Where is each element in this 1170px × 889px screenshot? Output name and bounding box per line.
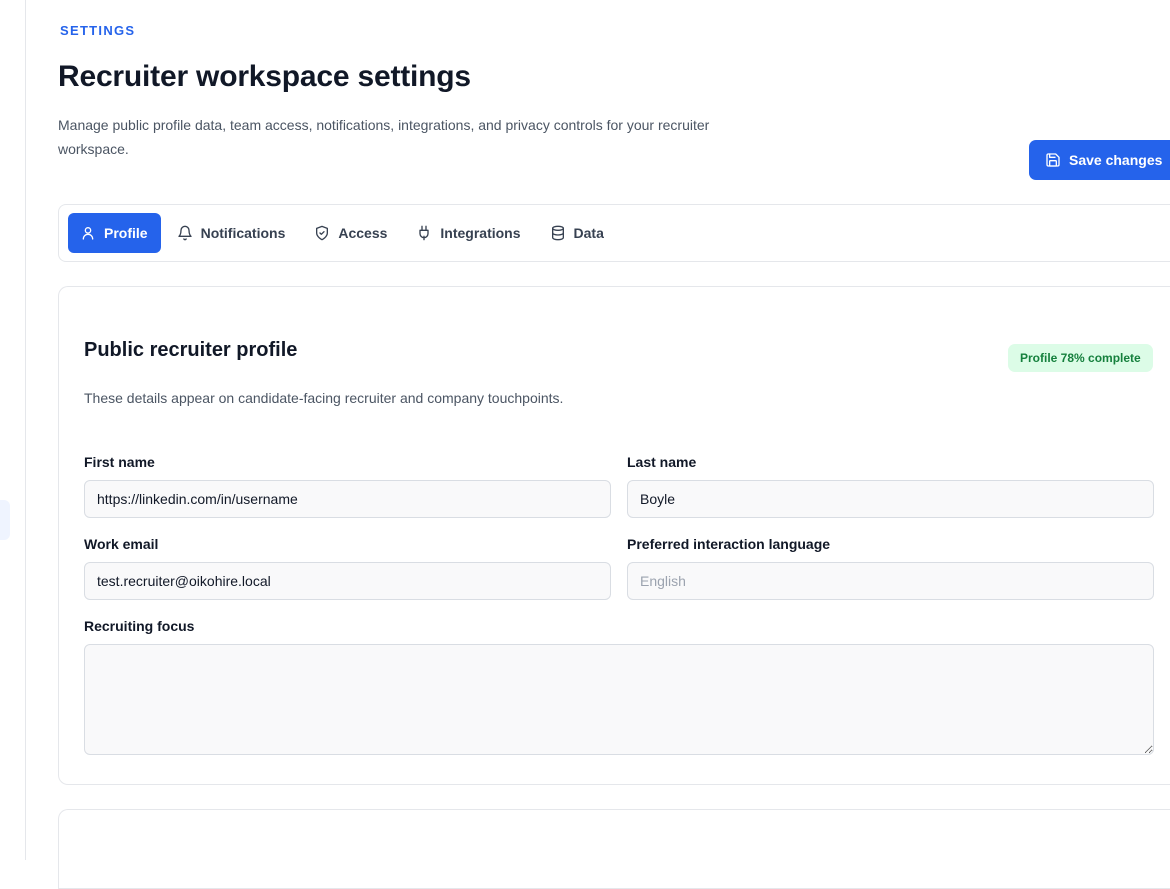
page-title: Recruiter workspace settings (58, 60, 471, 93)
section-eyebrow: SETTINGS (60, 23, 136, 38)
card-title: Public recruiter profile (84, 339, 298, 361)
language-label: Preferred interaction language (627, 536, 831, 552)
shield-icon (316, 225, 329, 241)
work-email-input[interactable] (84, 562, 611, 600)
main-content: SETTINGS Recruiter workspace settings Ma… (58, 0, 1170, 889)
user-icon (82, 227, 94, 240)
tab-integrations[interactable]: Integrations (404, 213, 533, 253)
save-changes-button[interactable]: Save changes (1029, 140, 1170, 180)
next-settings-card (58, 809, 1170, 889)
save-changes-label: Save changes (1069, 152, 1163, 168)
save-icon (1046, 153, 1060, 167)
language-select[interactable] (627, 562, 1154, 600)
last-name-input[interactable] (627, 480, 1154, 518)
tab-access-label: Access (338, 225, 388, 241)
bell-icon (177, 225, 192, 241)
work-email-label: Work email (84, 536, 159, 552)
settings-tabs: Profile Notifications Access Integration… (58, 204, 1170, 262)
sidebar-active-item[interactable] (0, 500, 10, 540)
database-icon (551, 225, 564, 241)
tab-notifications-label: Notifications (200, 225, 286, 241)
first-name-label: First name (84, 454, 155, 470)
tab-access[interactable]: Access (302, 213, 400, 253)
tab-profile-label: Profile (104, 225, 148, 241)
tab-notifications[interactable]: Notifications (165, 213, 299, 253)
tab-data[interactable]: Data (538, 213, 617, 253)
plug-icon (419, 225, 430, 241)
first-name-input[interactable] (84, 480, 611, 518)
tab-data-label: Data (573, 225, 604, 241)
recruiting-focus-textarea[interactable] (84, 644, 1154, 755)
profile-completion-badge: Profile 78% complete (1008, 344, 1153, 372)
recruiting-focus-label: Recruiting focus (84, 618, 195, 634)
public-profile-card: Public recruiter profile Profile 78% com… (58, 286, 1170, 785)
tab-integrations-label: Integrations (440, 225, 521, 241)
tab-profile[interactable]: Profile (68, 213, 161, 253)
last-name-label: Last name (627, 454, 697, 470)
page-description: Manage public profile data, team access,… (58, 117, 710, 157)
sidebar (0, 0, 26, 860)
card-description: These details appear on candidate-facing… (84, 390, 564, 406)
